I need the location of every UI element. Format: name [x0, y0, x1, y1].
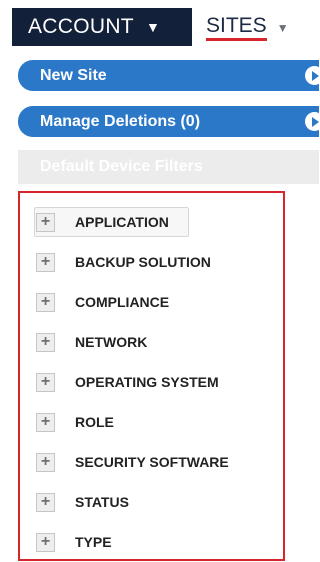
filter-list: + APPLICATION + BACKUP SOLUTION + COMPLI…	[18, 191, 285, 561]
plus-icon[interactable]: +	[36, 532, 55, 552]
filter-item-type[interactable]: + TYPE	[36, 527, 112, 557]
filter-item-label: NETWORK	[75, 334, 148, 350]
plus-icon[interactable]: +	[36, 212, 55, 232]
filter-item-application[interactable]: + APPLICATION	[34, 207, 189, 237]
filter-item-status[interactable]: + STATUS	[36, 487, 129, 517]
filter-item-security-software[interactable]: + SECURITY SOFTWARE	[36, 447, 229, 477]
plus-icon[interactable]: +	[36, 332, 55, 352]
default-device-filters-header: Default Device Filters	[18, 150, 319, 184]
plus-icon[interactable]: +	[36, 492, 55, 512]
account-menu[interactable]: ACCOUNT ▼	[12, 8, 192, 46]
arrow-right-circle-icon	[305, 66, 320, 85]
caret-down-icon: ▼	[145, 19, 161, 35]
account-menu-label: ACCOUNT	[28, 15, 134, 38]
new-site-button[interactable]: New Site	[18, 60, 320, 91]
filter-item-label: OPERATING SYSTEM	[75, 374, 219, 390]
filter-item-network[interactable]: + NETWORK	[36, 327, 147, 357]
plus-icon[interactable]: +	[36, 292, 55, 312]
filter-item-label: STATUS	[75, 494, 129, 510]
new-site-label: New Site	[40, 66, 107, 84]
filter-item-label: COMPLIANCE	[75, 294, 170, 310]
arrow-right-circle-icon	[305, 112, 320, 131]
plus-icon[interactable]: +	[36, 412, 55, 432]
plus-icon[interactable]: +	[36, 452, 55, 472]
manage-deletions-label: Manage Deletions (0)	[40, 112, 201, 130]
sites-menu[interactable]: SITES ▼	[206, 12, 289, 44]
manage-deletions-button[interactable]: Manage Deletions (0)	[18, 106, 320, 137]
filter-item-role[interactable]: + ROLE	[36, 407, 114, 437]
filter-item-compliance[interactable]: + COMPLIANCE	[36, 287, 169, 317]
caret-down-icon: ▼	[276, 21, 289, 35]
filter-item-label: SECURITY SOFTWARE	[75, 454, 229, 470]
filter-item-label: ROLE	[75, 414, 114, 430]
filter-item-label: BACKUP SOLUTION	[75, 254, 211, 270]
filter-item-label: APPLICATION	[75, 214, 169, 230]
top-navigation: ACCOUNT ▼ SITES ▼	[0, 0, 319, 48]
filter-item-backup-solution[interactable]: + BACKUP SOLUTION	[36, 247, 211, 277]
filters-header-label: Default Device Filters	[40, 158, 203, 175]
filter-item-operating-system[interactable]: + OPERATING SYSTEM	[36, 367, 219, 397]
plus-icon[interactable]: +	[36, 372, 55, 392]
filter-item-label: TYPE	[75, 534, 112, 550]
sites-menu-label: SITES	[206, 15, 267, 41]
plus-icon[interactable]: +	[36, 252, 55, 272]
